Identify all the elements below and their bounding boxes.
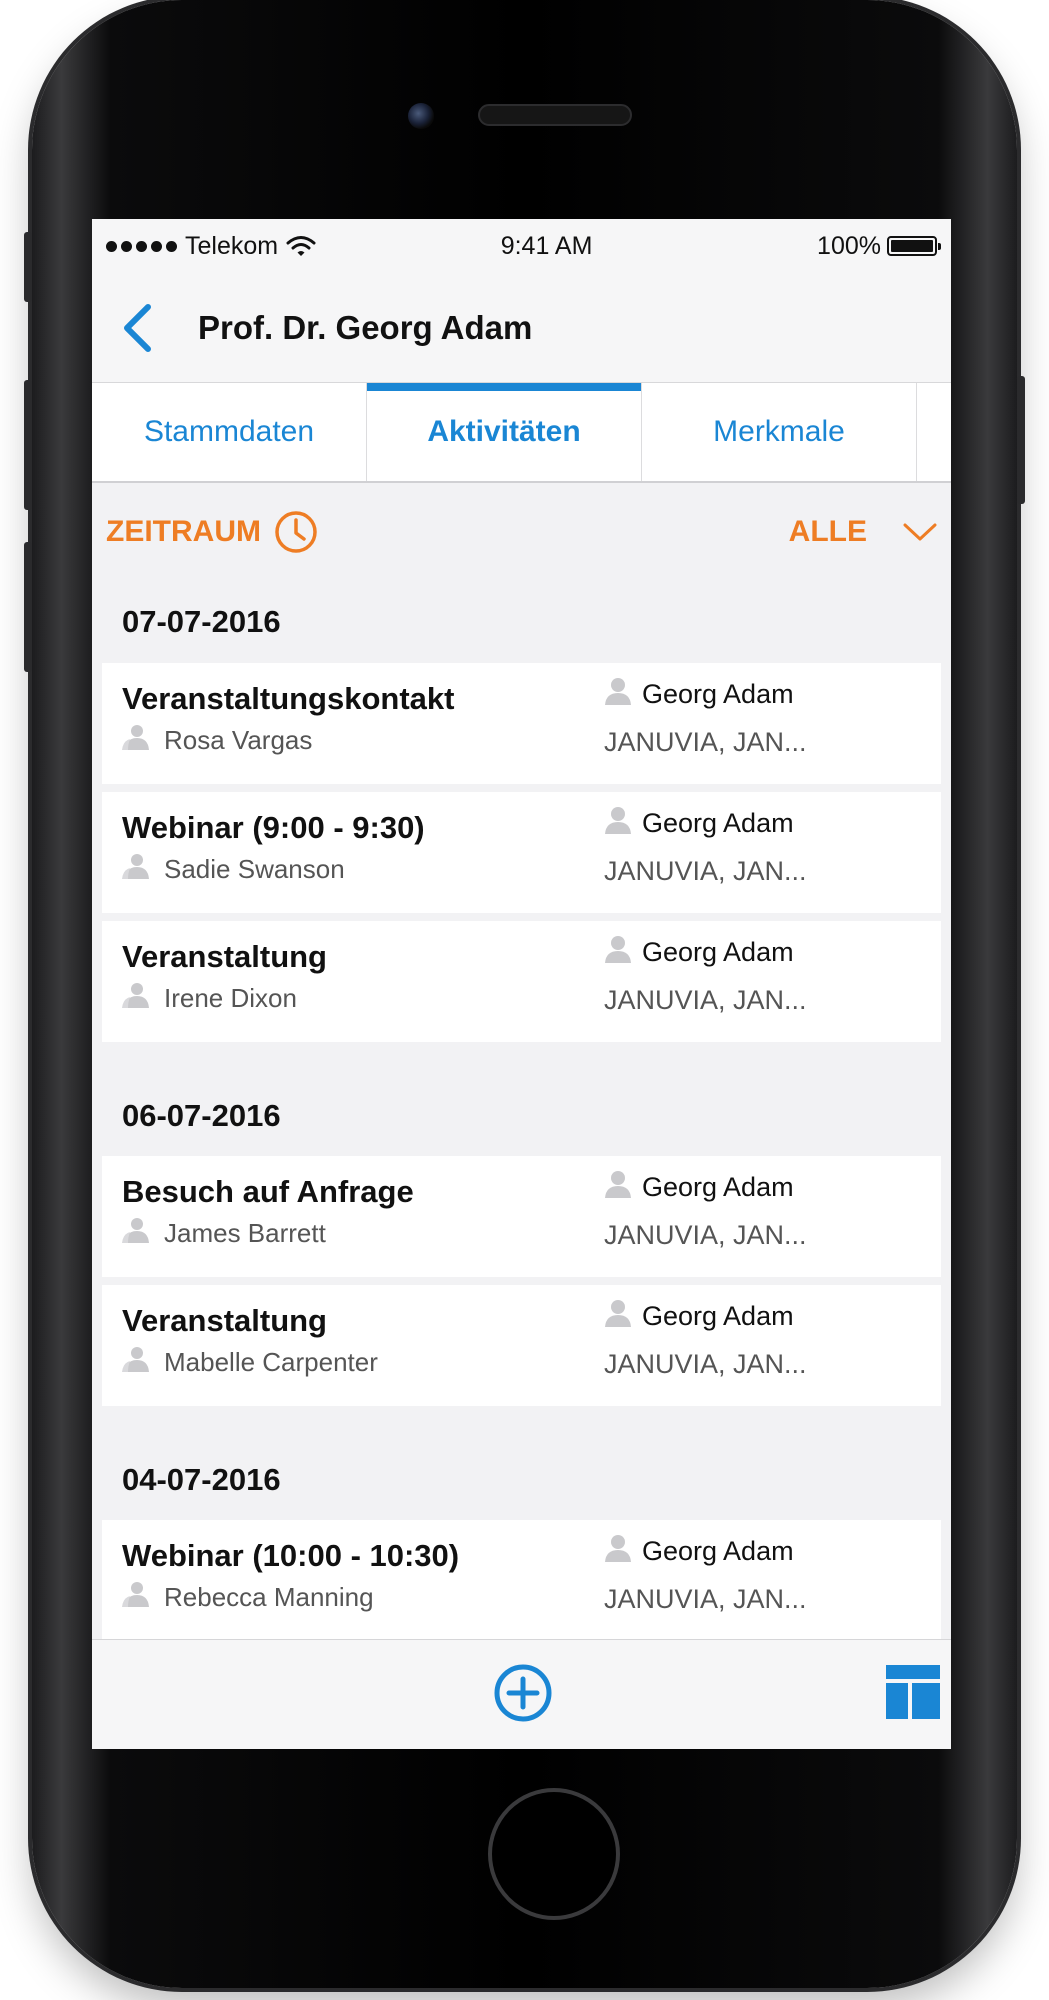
volume-down-button — [24, 542, 32, 672]
activity-contact: James Barrett — [122, 1217, 326, 1250]
tab-bar-filler — [917, 383, 951, 481]
activity-contact: Irene Dixon — [122, 982, 297, 1015]
carrier-label: Telekom — [185, 231, 279, 260]
contact-person-icon — [122, 1217, 150, 1250]
activity-title: Webinar (9:00 - 9:30) — [122, 810, 425, 845]
activity-owner: Georg Adam — [604, 677, 794, 712]
back-button[interactable] — [122, 298, 174, 358]
owner-name: Georg Adam — [642, 1536, 794, 1566]
owner-name: Georg Adam — [642, 808, 794, 838]
status-left: Telekom — [106, 232, 316, 261]
activity-products: JANUVIA, JAN... — [604, 1349, 807, 1379]
battery-percent: 100% — [817, 231, 881, 260]
owner-person-icon — [604, 806, 632, 841]
owner-name: Georg Adam — [642, 937, 794, 967]
date-group-header: 07-07-2016 — [122, 604, 281, 639]
tab-merkmale[interactable]: Merkmale — [642, 383, 917, 481]
activity-products: JANUVIA, JAN... — [604, 1584, 807, 1614]
battery-icon — [887, 236, 941, 256]
status-time: 9:41 AM — [500, 231, 593, 260]
owner-person-icon — [604, 935, 632, 970]
signal-dots-icon — [106, 240, 177, 252]
bottom-toolbar — [92, 1639, 951, 1749]
tab-stammdaten[interactable]: Stammdaten — [92, 383, 367, 481]
tab-label: Merkmale — [713, 415, 845, 448]
activity-contact: Rebecca Manning — [122, 1581, 374, 1614]
tab-label: Stammdaten — [143, 415, 315, 448]
activity-title: Veranstaltung — [122, 1303, 327, 1338]
contact-name: Sadie Swanson — [164, 854, 345, 884]
contact-name: James Barrett — [164, 1218, 326, 1248]
layout-grid-icon — [886, 1665, 940, 1719]
activity-owner: Georg Adam — [604, 1299, 794, 1334]
activity-card[interactable]: Besuch auf Anfrage James Barrett Georg Ada… — [102, 1156, 941, 1277]
front-camera — [408, 103, 434, 129]
activity-list: 07-07-2016 Veranstaltungskontakt Rosa Varg… — [92, 581, 951, 1641]
owner-person-icon — [604, 1534, 632, 1569]
tab-label: Aktivitäten — [427, 415, 581, 448]
contact-person-icon — [122, 1581, 150, 1614]
activity-contact: Mabelle Carpenter — [122, 1346, 378, 1379]
contact-name: Rebecca Manning — [164, 1582, 374, 1612]
activity-title: Webinar (10:00 - 10:30) — [122, 1538, 460, 1573]
status-bar: Telekom 9:41 AM 100% — [92, 219, 951, 273]
owner-person-icon — [604, 1170, 632, 1205]
activity-owner: Georg Adam — [604, 806, 794, 841]
contact-person-icon — [122, 1346, 150, 1379]
activity-card[interactable]: Webinar (10:00 - 10:30) Rebecca Manning Ge… — [102, 1520, 941, 1641]
filter-bar: ZEITRAUM ALLE — [92, 483, 951, 581]
type-filter-dropdown[interactable]: ALLE — [789, 515, 937, 549]
date-group-header: 06-07-2016 — [122, 1098, 281, 1133]
activity-contact: Rosa Vargas — [122, 724, 312, 757]
home-button[interactable] — [488, 1788, 620, 1920]
earpiece-speaker — [478, 104, 632, 126]
owner-person-icon — [604, 677, 632, 712]
clock-icon — [275, 511, 317, 553]
period-filter-label: ZEITRAUM — [106, 515, 261, 548]
contact-person-icon — [122, 724, 150, 757]
activity-card[interactable]: Veranstaltung Irene Dixon Georg Adam JANUVI… — [102, 921, 941, 1042]
chevron-down-icon — [903, 523, 937, 541]
date-group-header: 04-07-2016 — [122, 1462, 281, 1497]
app-screen: Telekom 9:41 AM 100% Prof. Dr. Georg Ada… — [92, 219, 951, 1749]
battery-indicator: 100% — [817, 231, 941, 261]
activity-title: Besuch auf Anfrage — [122, 1174, 414, 1209]
navigation-bar: Prof. Dr. Georg Adam — [92, 273, 951, 383]
type-filter-value: ALLE — [788, 515, 867, 548]
activity-products: JANUVIA, JAN... — [604, 856, 807, 886]
contact-person-icon — [122, 853, 150, 886]
chevron-left-icon — [124, 303, 151, 352]
wifi-icon — [286, 236, 316, 256]
owner-name: Georg Adam — [642, 679, 794, 709]
volume-up-button — [24, 380, 32, 510]
period-filter-button[interactable]: ZEITRAUM — [106, 509, 319, 555]
activity-title: Veranstaltungskontakt — [122, 681, 455, 716]
contact-person-icon — [122, 982, 150, 1015]
activity-products: JANUVIA, JAN... — [604, 985, 807, 1015]
add-activity-button[interactable] — [493, 1663, 553, 1723]
activity-products: JANUVIA, JAN... — [604, 727, 807, 757]
page-title: Prof. Dr. Georg Adam — [198, 308, 533, 346]
activity-products: JANUVIA, JAN... — [604, 1220, 807, 1250]
activity-card[interactable]: Veranstaltung Mabelle Carpenter Georg Adam… — [102, 1285, 941, 1406]
layout-toggle-button[interactable] — [886, 1665, 940, 1719]
activity-title: Veranstaltung — [122, 939, 327, 974]
tab-bar: Stammdaten Aktivitäten Merkmale — [92, 383, 951, 483]
plus-circle-icon — [494, 1664, 552, 1722]
activity-card[interactable]: Webinar (9:00 - 9:30) Sadie Swanson Georg … — [102, 792, 941, 913]
contact-name: Irene Dixon — [164, 983, 297, 1013]
activity-card[interactable]: Veranstaltungskontakt Rosa Vargas Georg Ad… — [102, 663, 941, 784]
contact-name: Rosa Vargas — [164, 725, 313, 755]
activity-contact: Sadie Swanson — [122, 853, 345, 886]
activity-owner: Georg Adam — [604, 1170, 794, 1205]
tab-aktivitaeten[interactable]: Aktivitäten — [367, 383, 642, 481]
owner-name: Georg Adam — [642, 1172, 794, 1202]
power-button — [1017, 376, 1025, 504]
activity-owner: Georg Adam — [604, 1534, 794, 1569]
contact-name: Mabelle Carpenter — [164, 1347, 378, 1377]
mute-switch — [24, 232, 32, 302]
owner-person-icon — [604, 1299, 632, 1334]
owner-name: Georg Adam — [642, 1301, 794, 1331]
activity-owner: Georg Adam — [604, 935, 794, 970]
